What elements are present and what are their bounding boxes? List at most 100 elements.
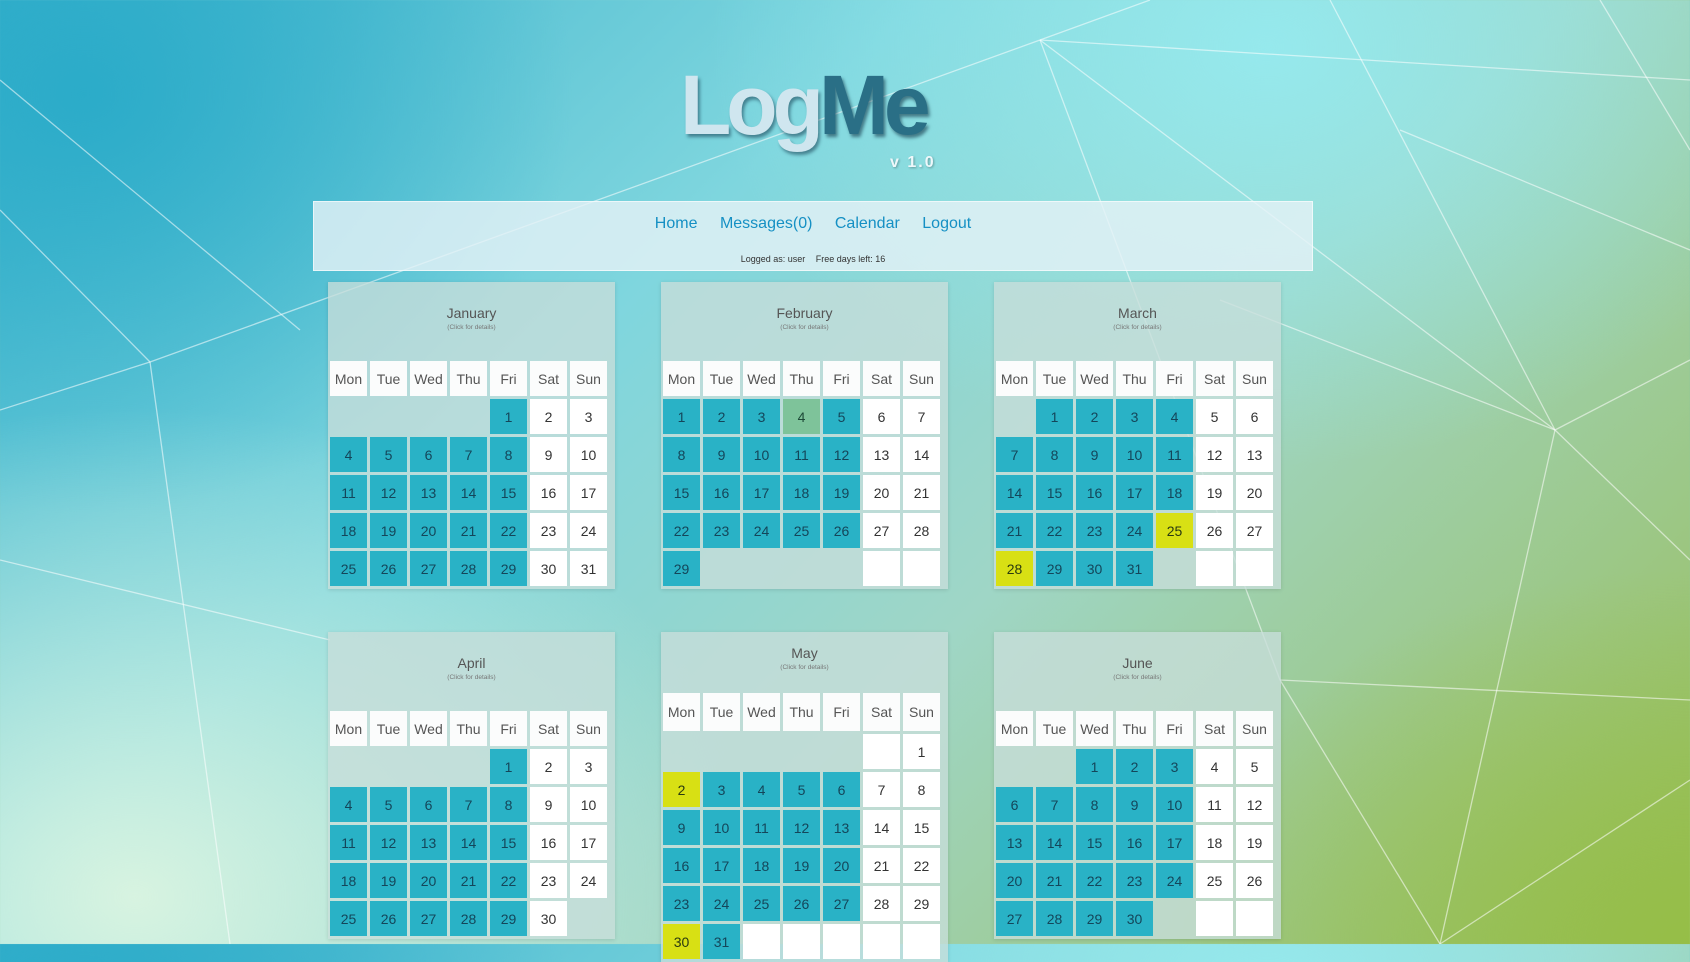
day-cell[interactable]: 5 bbox=[823, 399, 860, 434]
day-cell[interactable]: 29 bbox=[1076, 901, 1113, 936]
day-cell[interactable]: 21 bbox=[996, 513, 1033, 548]
day-cell[interactable]: 1 bbox=[1076, 749, 1113, 784]
nav-logout-link[interactable]: Logout bbox=[922, 215, 971, 232]
day-cell[interactable]: 19 bbox=[1196, 475, 1233, 510]
day-cell[interactable]: 26 bbox=[783, 886, 820, 921]
day-cell[interactable]: 11 bbox=[330, 825, 367, 860]
day-cell[interactable]: 25 bbox=[743, 886, 780, 921]
day-cell[interactable]: 30 bbox=[530, 901, 567, 936]
month-header[interactable]: January (Click for details) bbox=[328, 282, 615, 358]
day-cell[interactable]: 7 bbox=[996, 437, 1033, 472]
day-cell[interactable]: 27 bbox=[863, 513, 900, 548]
day-cell[interactable]: 2 bbox=[530, 399, 567, 434]
day-cell[interactable]: 5 bbox=[783, 772, 820, 807]
day-cell[interactable]: 8 bbox=[663, 437, 700, 472]
day-cell[interactable]: 1 bbox=[663, 399, 700, 434]
day-cell[interactable]: 30 bbox=[1116, 901, 1153, 936]
day-cell[interactable]: 20 bbox=[410, 513, 447, 548]
day-cell[interactable]: 23 bbox=[530, 863, 567, 898]
day-cell[interactable]: 14 bbox=[1036, 825, 1073, 860]
day-cell[interactable]: 14 bbox=[996, 475, 1033, 510]
day-cell[interactable]: 30 bbox=[530, 551, 567, 586]
day-cell[interactable]: 14 bbox=[450, 475, 487, 510]
day-cell[interactable]: 26 bbox=[823, 513, 860, 548]
day-cell[interactable]: 11 bbox=[330, 475, 367, 510]
day-cell[interactable]: 29 bbox=[490, 551, 527, 586]
day-cell[interactable]: 3 bbox=[570, 399, 607, 434]
day-cell[interactable]: 17 bbox=[1116, 475, 1153, 510]
day-cell[interactable]: 21 bbox=[1036, 863, 1073, 898]
day-cell[interactable]: 28 bbox=[863, 886, 900, 921]
day-cell[interactable]: 1 bbox=[1036, 399, 1073, 434]
day-cell[interactable]: 23 bbox=[530, 513, 567, 548]
day-cell[interactable]: 22 bbox=[490, 863, 527, 898]
day-cell[interactable]: 1 bbox=[490, 399, 527, 434]
day-cell[interactable]: 8 bbox=[1076, 787, 1113, 822]
day-cell[interactable]: 15 bbox=[1036, 475, 1073, 510]
day-cell[interactable]: 6 bbox=[410, 787, 447, 822]
day-cell[interactable]: 25 bbox=[1156, 513, 1193, 548]
day-cell[interactable]: 31 bbox=[1116, 551, 1153, 586]
day-cell[interactable]: 12 bbox=[823, 437, 860, 472]
nav-calendar-link[interactable]: Calendar bbox=[835, 215, 900, 232]
day-cell[interactable]: 10 bbox=[1116, 437, 1153, 472]
day-cell[interactable]: 29 bbox=[490, 901, 527, 936]
day-cell[interactable]: 15 bbox=[490, 825, 527, 860]
day-cell[interactable]: 26 bbox=[370, 551, 407, 586]
day-cell[interactable]: 23 bbox=[1076, 513, 1113, 548]
day-cell[interactable]: 9 bbox=[703, 437, 740, 472]
day-cell[interactable]: 4 bbox=[330, 437, 367, 472]
day-cell[interactable]: 26 bbox=[370, 901, 407, 936]
day-cell[interactable]: 3 bbox=[1116, 399, 1153, 434]
day-cell[interactable]: 9 bbox=[663, 810, 700, 845]
day-cell[interactable]: 6 bbox=[996, 787, 1033, 822]
nav-home-link[interactable]: Home bbox=[655, 215, 698, 232]
day-cell[interactable]: 3 bbox=[743, 399, 780, 434]
day-cell[interactable]: 12 bbox=[1236, 787, 1273, 822]
day-cell[interactable]: 6 bbox=[1236, 399, 1273, 434]
day-cell[interactable]: 2 bbox=[663, 772, 700, 807]
day-cell[interactable]: 19 bbox=[823, 475, 860, 510]
day-cell[interactable]: 19 bbox=[1236, 825, 1273, 860]
day-cell[interactable]: 1 bbox=[903, 734, 940, 769]
day-cell[interactable]: 29 bbox=[1036, 551, 1073, 586]
day-cell[interactable]: 17 bbox=[570, 475, 607, 510]
day-cell[interactable]: 17 bbox=[1156, 825, 1193, 860]
day-cell[interactable]: 24 bbox=[570, 863, 607, 898]
day-cell[interactable]: 21 bbox=[863, 848, 900, 883]
day-cell[interactable]: 20 bbox=[823, 848, 860, 883]
day-cell[interactable]: 21 bbox=[450, 513, 487, 548]
day-cell[interactable]: 27 bbox=[823, 886, 860, 921]
day-cell[interactable]: 18 bbox=[1196, 825, 1233, 860]
day-cell[interactable]: 11 bbox=[1156, 437, 1193, 472]
day-cell[interactable]: 12 bbox=[1196, 437, 1233, 472]
day-cell[interactable]: 8 bbox=[490, 437, 527, 472]
day-cell[interactable]: 4 bbox=[1196, 749, 1233, 784]
day-cell[interactable]: 30 bbox=[663, 924, 700, 959]
day-cell[interactable]: 15 bbox=[1076, 825, 1113, 860]
day-cell[interactable]: 3 bbox=[703, 772, 740, 807]
day-cell[interactable]: 28 bbox=[450, 901, 487, 936]
day-cell[interactable]: 3 bbox=[1156, 749, 1193, 784]
day-cell[interactable]: 30 bbox=[1076, 551, 1113, 586]
day-cell[interactable]: 31 bbox=[703, 924, 740, 959]
day-cell[interactable]: 18 bbox=[330, 863, 367, 898]
day-cell[interactable]: 25 bbox=[330, 551, 367, 586]
month-header[interactable]: March (Click for details) bbox=[994, 282, 1281, 358]
day-cell[interactable]: 18 bbox=[783, 475, 820, 510]
day-cell[interactable]: 24 bbox=[1116, 513, 1153, 548]
day-cell[interactable]: 10 bbox=[570, 437, 607, 472]
day-cell[interactable]: 26 bbox=[1196, 513, 1233, 548]
day-cell[interactable]: 7 bbox=[863, 772, 900, 807]
day-cell[interactable]: 8 bbox=[903, 772, 940, 807]
day-cell[interactable]: 9 bbox=[1116, 787, 1153, 822]
day-cell[interactable]: 4 bbox=[743, 772, 780, 807]
day-cell[interactable]: 4 bbox=[1156, 399, 1193, 434]
day-cell[interactable]: 26 bbox=[1236, 863, 1273, 898]
day-cell[interactable]: 11 bbox=[783, 437, 820, 472]
day-cell[interactable]: 27 bbox=[410, 901, 447, 936]
day-cell[interactable]: 14 bbox=[903, 437, 940, 472]
day-cell[interactable]: 10 bbox=[1156, 787, 1193, 822]
day-cell[interactable]: 24 bbox=[743, 513, 780, 548]
day-cell[interactable]: 8 bbox=[1036, 437, 1073, 472]
